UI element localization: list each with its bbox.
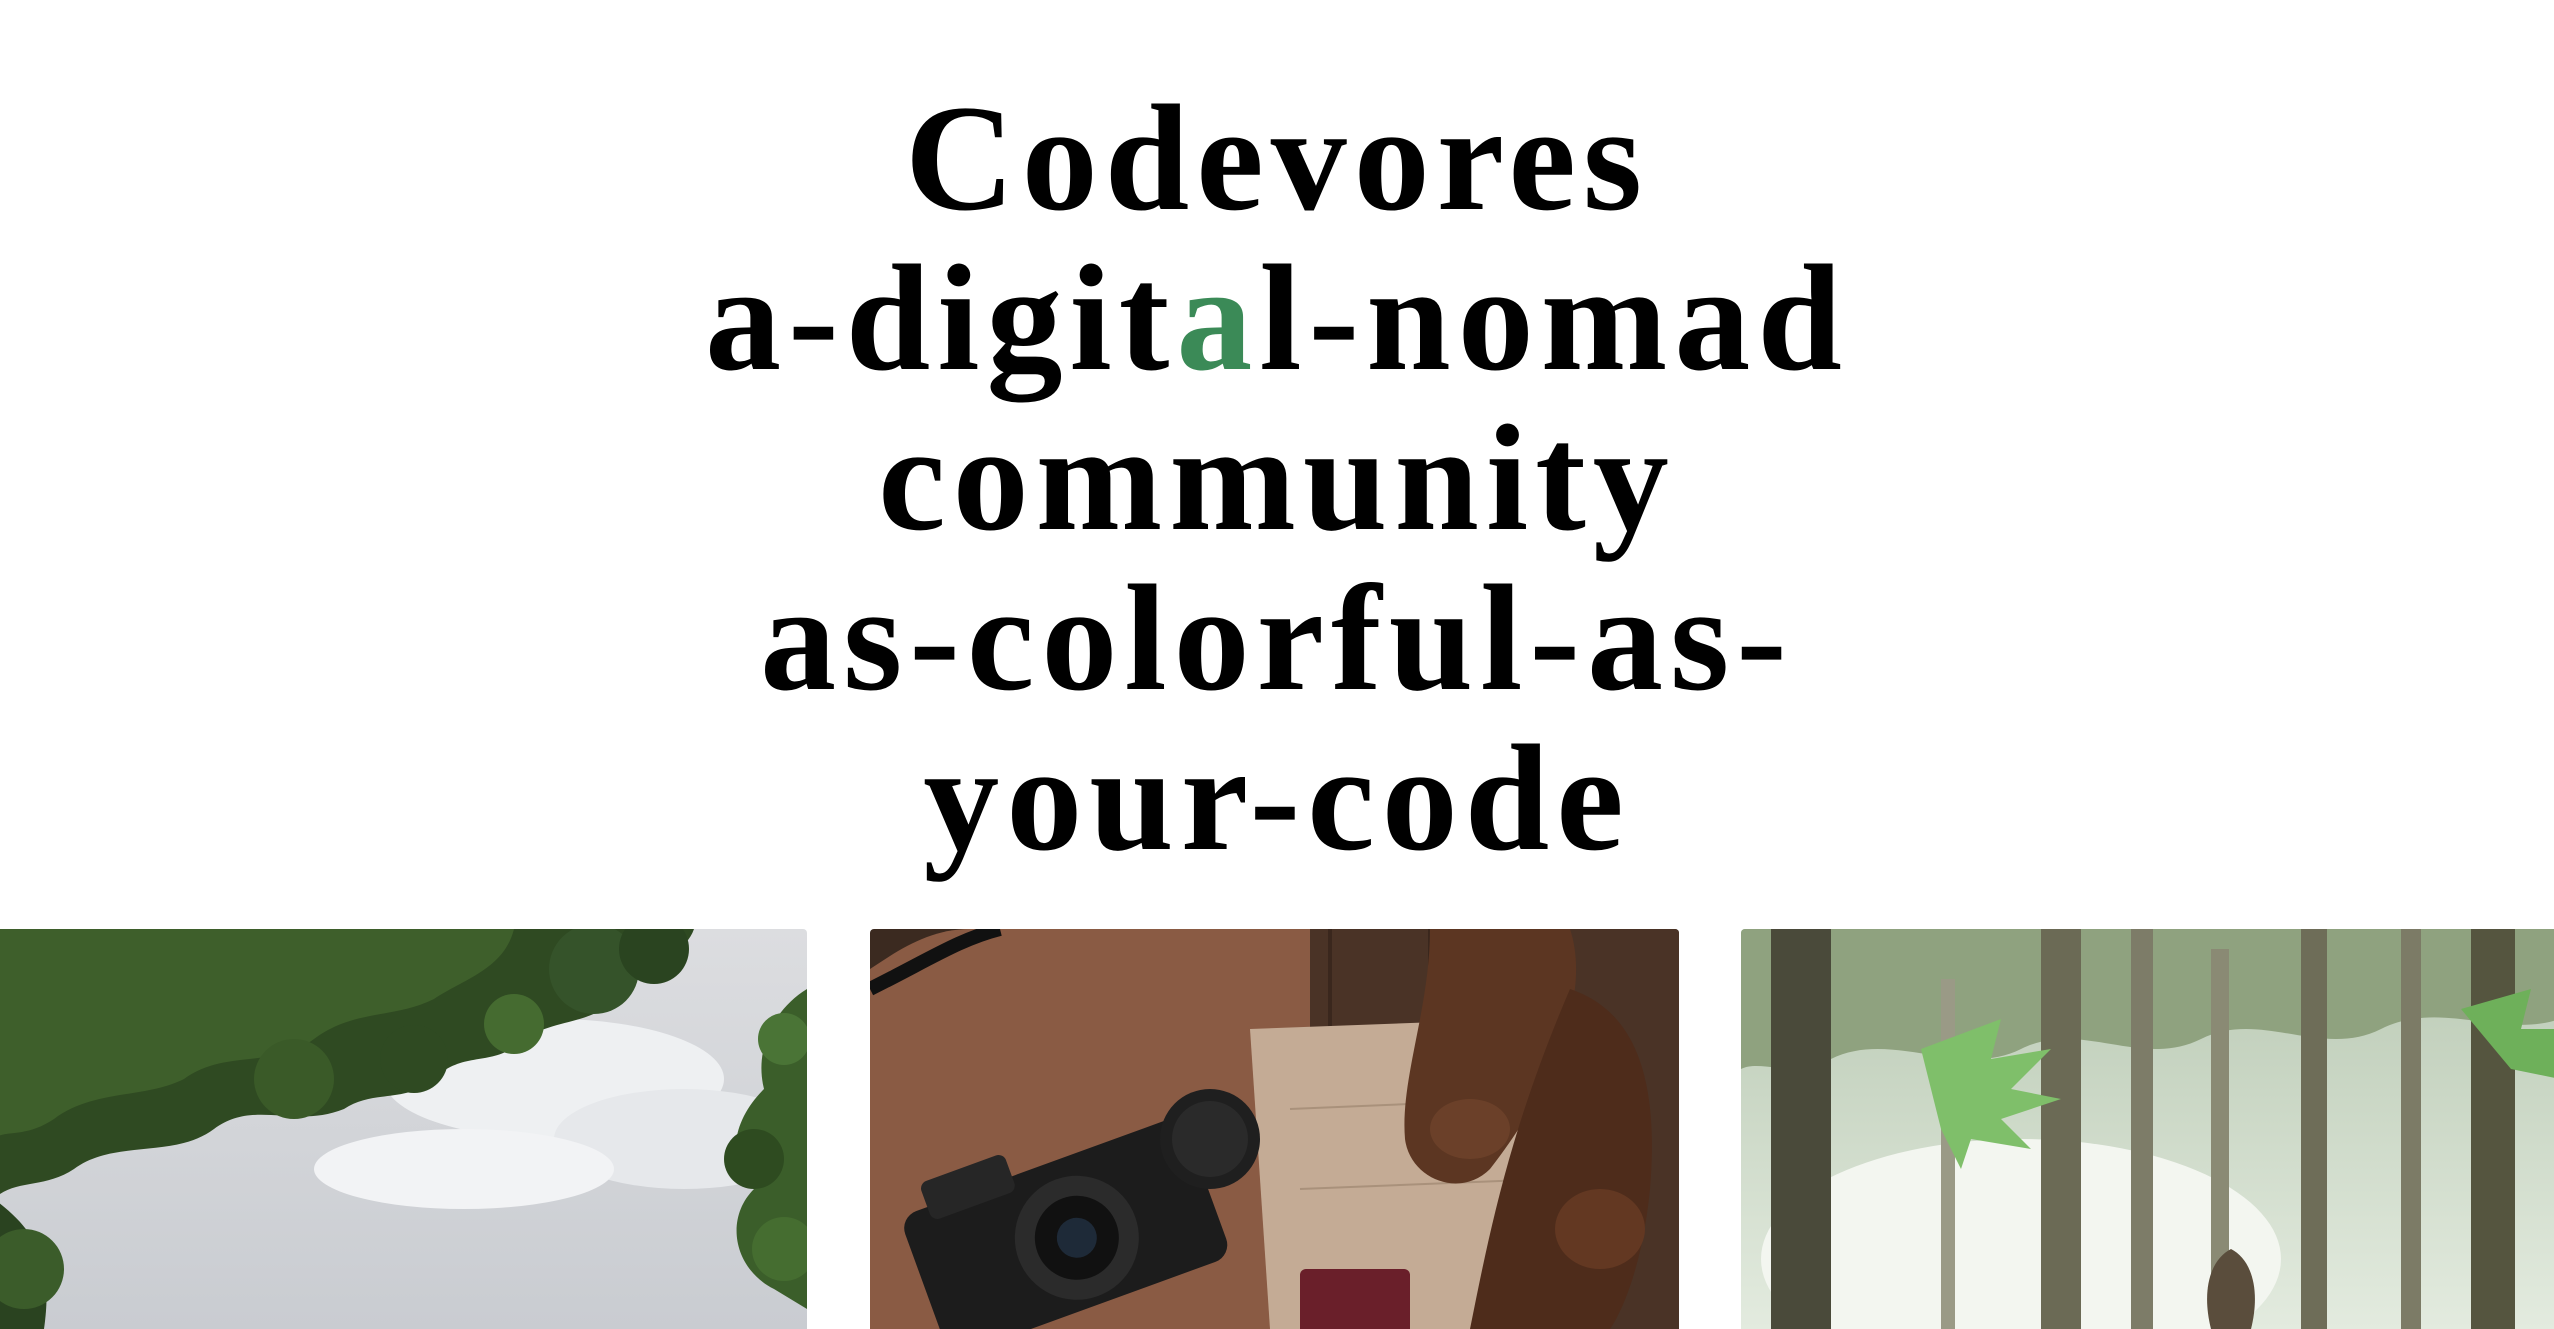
trees-sky-photo	[0, 929, 807, 1329]
headline-line-5: your-code	[923, 713, 1631, 882]
headline-line-2-start: a-digit	[705, 233, 1177, 402]
hero-headline: Codevores a-digital-nomad community as-c…	[0, 78, 2554, 878]
gallery-card-forest[interactable]	[1741, 929, 2554, 1329]
headline-line-4: as-colorful-as-	[760, 553, 1794, 722]
gallery-card-travel[interactable]	[870, 929, 1679, 1329]
headline-line-2-end: l-nomad	[1259, 233, 1849, 402]
headline-line-3: community	[878, 393, 1676, 562]
travel-flatlay-photo	[870, 929, 1679, 1329]
gallery-card-trees[interactable]	[0, 929, 807, 1329]
headline-accent-letter: a	[1176, 233, 1260, 402]
headline-line-2: a-digital-nomad	[0, 238, 2554, 398]
forest-photo	[1741, 929, 2554, 1329]
photo-gallery	[0, 929, 2554, 1329]
headline-line-1: Codevores	[904, 73, 1650, 242]
